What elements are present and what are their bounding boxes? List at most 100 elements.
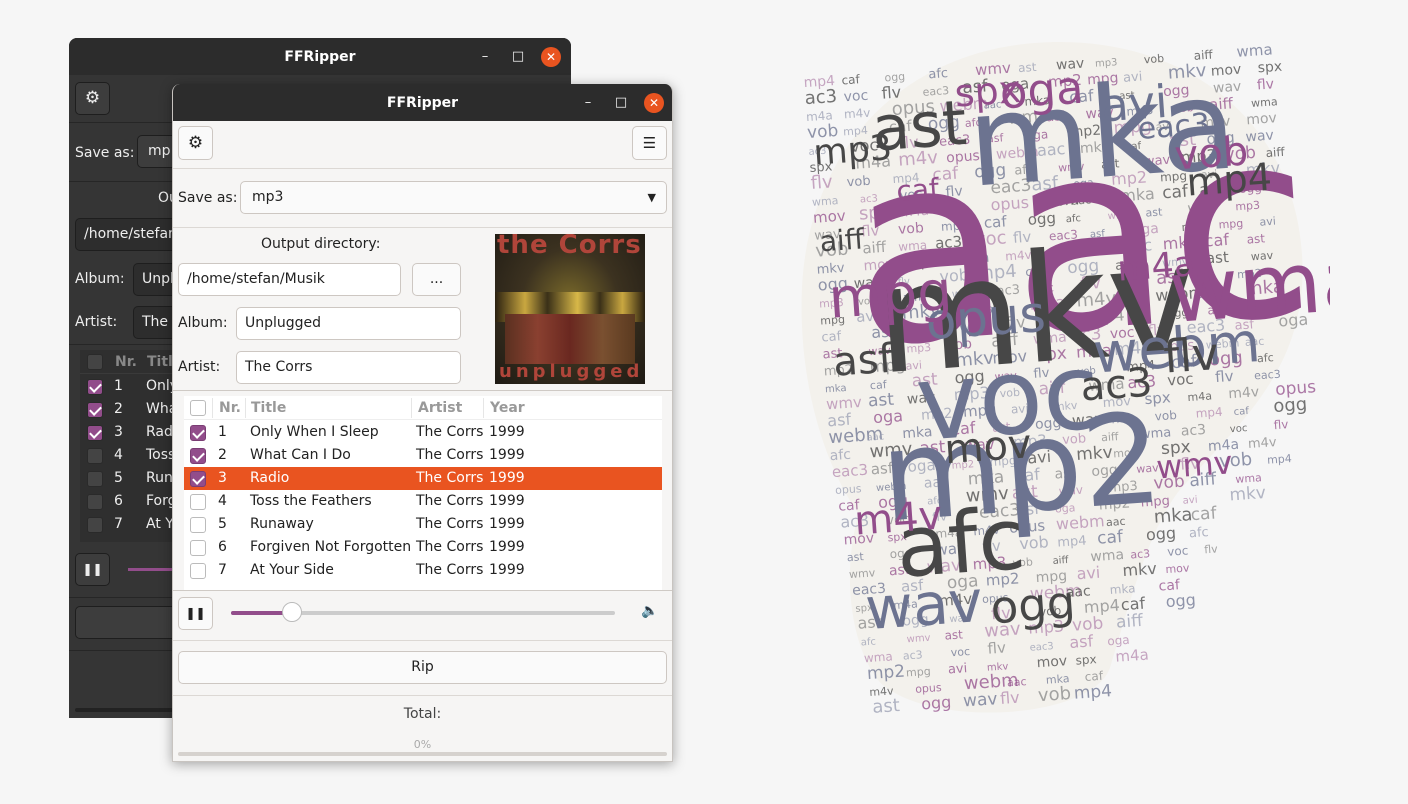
track-title[interactable]: Forgiven Not Forgotten <box>250 536 411 559</box>
track-nr: 2 <box>218 447 227 463</box>
track-artist: The Corrs <box>416 562 484 578</box>
logo-word-small: flv <box>987 638 1007 657</box>
logo-word-small: mp2 <box>866 662 905 685</box>
track-title[interactable]: What Can I Do <box>250 444 351 467</box>
artist-label: Artist: <box>178 359 221 375</box>
header-year[interactable]: Year <box>490 396 525 420</box>
artist-field[interactable]: The Corrs <box>236 351 461 384</box>
format-combo[interactable]: mp3 ▼ <box>240 181 667 214</box>
track-row[interactable]: 3 Radio The Corrs 1999 <box>184 467 662 490</box>
track-list[interactable]: Nr. Title Artist Year 1 Only When I Sleep… <box>184 396 662 590</box>
track-year: 1999 <box>489 562 525 578</box>
divider <box>173 695 672 696</box>
logo-word-small: m4v <box>1228 384 1260 402</box>
track-nr: 4 <box>218 493 227 509</box>
track-checkbox[interactable] <box>87 402 103 418</box>
track-list-header: Nr. Title Artist Year <box>184 396 662 420</box>
logo-word-small: mp4 <box>1267 452 1293 467</box>
track-year: 1999 <box>489 424 525 440</box>
window-title: FFRipper <box>284 49 356 65</box>
maximize-button[interactable]: □ <box>508 47 528 67</box>
track-checkbox[interactable] <box>87 425 103 441</box>
cover-album-text: unplugged <box>499 361 644 382</box>
track-checkbox[interactable] <box>190 448 206 464</box>
track-row[interactable]: 6 Forgiven Not Forgotten The Corrs 1999 <box>184 536 662 559</box>
track-title[interactable]: Toss the Feathers <box>250 490 372 513</box>
logo-word: eac3 <box>1136 107 1211 147</box>
logo-word: spx <box>953 67 1022 116</box>
track-checkbox[interactable] <box>87 448 103 464</box>
track-year: 1999 <box>489 493 525 509</box>
track-row[interactable]: 2 What Can I Do The Corrs 1999 <box>184 444 662 467</box>
total-progress-bar <box>178 752 667 756</box>
logo-word-small: flv <box>1204 542 1219 556</box>
track-nr: 5 <box>218 516 227 532</box>
speaker-icon[interactable]: 🔈 <box>641 603 658 619</box>
track-title[interactable]: Radio <box>250 467 289 490</box>
track-checkbox[interactable] <box>190 471 206 487</box>
logo-word: flv <box>1162 327 1221 384</box>
track-checkbox[interactable] <box>87 471 103 487</box>
logo-word-small: caf <box>1190 503 1218 525</box>
column-separator <box>212 398 213 418</box>
logo-word-small: mkv <box>1229 483 1267 505</box>
cover-artist-text: the Corrs <box>497 234 642 260</box>
minimize-button[interactable]: – <box>475 47 495 67</box>
logo-word-small: asf <box>1069 631 1094 652</box>
band-photo <box>505 314 635 364</box>
header-nr[interactable]: Nr. <box>219 396 241 420</box>
track-title[interactable]: Only When I Sleep <box>250 421 379 444</box>
maximize-button[interactable]: □ <box>611 93 631 113</box>
logo-word-small: vob <box>1037 683 1071 706</box>
logo-word-small: mp4 <box>1195 405 1223 421</box>
track-title[interactable]: Runaway <box>250 513 314 536</box>
select-all-checkbox[interactable] <box>190 400 206 416</box>
track-checkbox[interactable] <box>190 494 206 510</box>
header-nr[interactable]: Nr. <box>115 350 137 374</box>
divider <box>173 640 672 641</box>
output-path-field[interactable]: /home/stefan/Musik <box>178 263 401 296</box>
logo-word: ac3 <box>1079 360 1154 411</box>
divider <box>173 590 672 591</box>
pause-button[interactable]: ❚❚ <box>178 597 213 630</box>
logo-word: m4v <box>853 493 944 545</box>
track-row[interactable]: 4 Toss the Feathers The Corrs 1999 <box>184 490 662 513</box>
track-checkbox[interactable] <box>190 540 206 556</box>
settings-button[interactable]: ⚙ <box>178 126 213 160</box>
track-checkbox[interactable] <box>190 563 206 579</box>
track-artist: The Corrs <box>416 516 484 532</box>
track-row[interactable]: 7 At Your Side The Corrs 1999 <box>184 559 662 582</box>
track-checkbox[interactable] <box>87 517 103 533</box>
track-checkbox[interactable] <box>87 494 103 510</box>
divider <box>173 390 672 391</box>
track-row[interactable]: 1 Only When I Sleep The Corrs 1999 <box>184 421 662 444</box>
browse-button[interactable]: ... <box>412 263 461 296</box>
menu-button[interactable]: ☰ <box>632 126 667 160</box>
pause-button[interactable]: ❚❚ <box>75 553 110 586</box>
track-title[interactable]: At Your Side <box>250 559 334 582</box>
header-title[interactable]: Title <box>251 396 286 420</box>
minimize-button[interactable]: – <box>578 93 598 113</box>
track-checkbox[interactable] <box>190 517 206 533</box>
track-artist: The Corrs <box>416 447 484 463</box>
logo-word-small: caf <box>1233 406 1249 418</box>
close-button[interactable]: ✕ <box>644 93 664 113</box>
select-all-checkbox[interactable] <box>87 354 103 370</box>
track-checkbox[interactable] <box>190 425 206 441</box>
output-directory-label: Output directory: <box>261 236 381 252</box>
hamburger-menu-icon: ☰ <box>642 134 657 152</box>
ffripper-window[interactable]: FFRipper – □ ✕ ⚙ ☰ Save as: mp3 ▼ Output… <box>172 84 673 762</box>
close-button[interactable]: ✕ <box>541 47 561 67</box>
rip-button[interactable]: Rip <box>178 651 667 684</box>
track-row[interactable]: 5 Runaway The Corrs 1999 <box>184 513 662 536</box>
seek-slider[interactable] <box>231 602 615 622</box>
track-checkbox[interactable] <box>87 379 103 395</box>
title-bar[interactable]: FFRipper <box>69 38 571 75</box>
track-artist: The Corrs <box>416 470 484 486</box>
logo-word-small: ogg <box>921 692 952 713</box>
track-nr: 6 <box>114 493 123 509</box>
settings-button[interactable]: ⚙ <box>75 82 110 115</box>
header-artist[interactable]: Artist <box>418 396 462 420</box>
seek-slider-handle[interactable] <box>282 602 303 622</box>
album-field[interactable]: Unplugged <box>236 307 461 340</box>
